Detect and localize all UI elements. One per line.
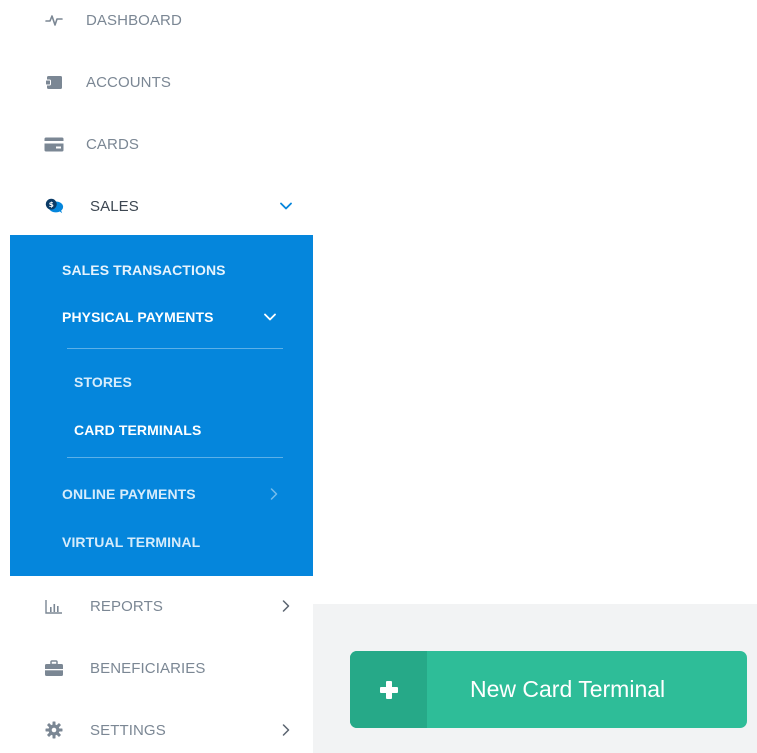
new-card-terminal-button[interactable]: New Card Terminal — [350, 651, 747, 728]
submenu-item-sales-transactions[interactable]: SALES TRANSACTIONS — [10, 254, 313, 286]
gear-icon — [44, 720, 64, 740]
submenu-item-label: SALES TRANSACTIONS — [62, 262, 226, 278]
sidebar-item-accounts[interactable]: ACCOUNTS — [0, 62, 313, 102]
sales-chat-icon: $ — [44, 196, 64, 216]
sidebar-item-reports[interactable]: REPORTS — [0, 586, 313, 626]
submenu-item-label: VIRTUAL TERMINAL — [62, 534, 201, 550]
submenu-item-label: CARD TERMINALS — [74, 422, 202, 438]
sidebar-item-label: ACCOUNTS — [86, 73, 171, 91]
sidebar-item-label: CARDS — [86, 135, 140, 153]
card-icon — [44, 134, 64, 154]
bar-chart-icon — [44, 596, 64, 616]
sidebar-item-label: SETTINGS — [90, 721, 166, 739]
chevron-right-icon — [268, 488, 280, 500]
submenu-item-physical-payments[interactable]: PHYSICAL PAYMENTS — [10, 301, 313, 333]
sidebar-item-cards[interactable]: CARDS — [0, 124, 313, 164]
new-card-terminal-label: New Card Terminal — [470, 676, 666, 702]
submenu-item-label: ONLINE PAYMENTS — [62, 486, 196, 502]
submenu-divider — [67, 348, 283, 349]
submenu-item-label: STORES — [74, 374, 132, 390]
sidebar: DASHBOARD ACCOUNTS CARDS $ SALES SALES T… — [0, 0, 313, 753]
submenu-item-card-terminals[interactable]: CARD TERMINALS — [10, 414, 313, 446]
wallet-icon — [44, 72, 64, 92]
submenu-item-virtual-terminal[interactable]: VIRTUAL TERMINAL — [10, 526, 313, 558]
chevron-right-icon — [280, 724, 292, 736]
submenu-divider — [67, 457, 283, 458]
sidebar-item-dashboard[interactable]: DASHBOARD — [0, 0, 313, 40]
sidebar-item-label: DASHBOARD — [86, 11, 182, 29]
chevron-down-icon — [280, 200, 292, 212]
submenu-item-label: PHYSICAL PAYMENTS — [62, 309, 214, 325]
svg-text:$: $ — [49, 200, 54, 209]
activity-icon — [44, 10, 64, 30]
plus-icon — [350, 651, 427, 728]
sidebar-item-label: BENEFICIARIES — [90, 659, 206, 677]
submenu-item-stores[interactable]: STORES — [10, 366, 313, 398]
chevron-down-icon — [264, 311, 276, 323]
sidebar-item-label: REPORTS — [90, 597, 163, 615]
sidebar-item-sales[interactable]: $ SALES — [0, 186, 313, 226]
sidebar-item-settings[interactable]: SETTINGS — [0, 710, 313, 750]
sidebar-item-label: SALES — [90, 197, 139, 215]
sidebar-item-beneficiaries[interactable]: BENEFICIARIES — [0, 648, 313, 688]
submenu-item-online-payments[interactable]: ONLINE PAYMENTS — [10, 478, 313, 510]
sales-submenu: SALES TRANSACTIONS PHYSICAL PAYMENTS STO… — [10, 235, 313, 576]
app-root: DASHBOARD ACCOUNTS CARDS $ SALES SALES T… — [0, 0, 757, 753]
briefcase-icon — [44, 658, 64, 678]
chevron-right-icon — [280, 600, 292, 612]
